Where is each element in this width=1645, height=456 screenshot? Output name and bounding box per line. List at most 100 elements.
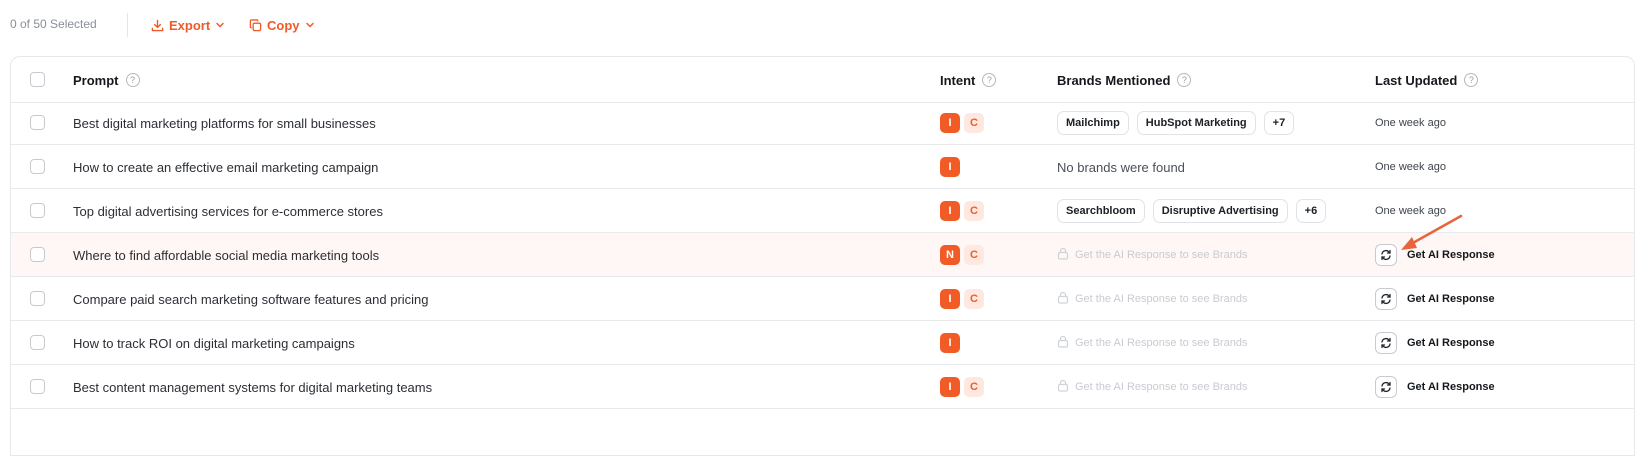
prompt-text[interactable]: Best digital marketing platforms for sma… bbox=[73, 116, 376, 131]
chevron-down-icon bbox=[215, 20, 225, 30]
intent-cell: IC bbox=[940, 277, 988, 321]
intent-badge: C bbox=[964, 289, 984, 309]
selection-count: 0 of 50 Selected bbox=[10, 17, 97, 31]
table-toolbar: 0 of 50 Selected Export Copy bbox=[0, 0, 1645, 48]
refresh-icon[interactable] bbox=[1375, 244, 1397, 266]
brand-chip[interactable]: +6 bbox=[1295, 199, 1327, 223]
table-row[interactable]: Top digital advertising services for e-c… bbox=[11, 189, 1634, 233]
header-intent-label: Intent bbox=[940, 72, 976, 88]
last-updated-cell: Get AI Response bbox=[1375, 277, 1495, 321]
lock-icon bbox=[1057, 379, 1069, 395]
download-icon bbox=[151, 19, 164, 32]
row-checkbox[interactable] bbox=[30, 203, 45, 218]
header-last-updated-label: Last Updated bbox=[1375, 72, 1458, 88]
intent-cell: IC bbox=[940, 189, 988, 233]
table-row[interactable]: How to track ROI on digital marketing ca… bbox=[11, 321, 1634, 365]
brands-cell: Get the AI Response to see Brands bbox=[1057, 321, 1247, 365]
row-checkbox[interactable] bbox=[30, 335, 45, 350]
export-button[interactable]: Export bbox=[151, 15, 225, 35]
locked-brands: Get the AI Response to see Brands bbox=[1057, 379, 1247, 395]
table-row[interactable]: How to create an effective email marketi… bbox=[11, 145, 1634, 189]
select-all-checkbox[interactable] bbox=[30, 72, 45, 87]
lock-icon bbox=[1057, 291, 1069, 307]
table-row[interactable]: Best digital marketing platforms for sma… bbox=[11, 101, 1634, 145]
get-ai-response-button[interactable]: Get AI Response bbox=[1407, 249, 1495, 261]
brand-chip[interactable]: Mailchimp bbox=[1057, 111, 1129, 135]
lock-icon bbox=[1057, 247, 1069, 263]
header-last-updated[interactable]: Last Updated ? bbox=[1375, 57, 1479, 103]
prompt-text[interactable]: Best content management systems for digi… bbox=[73, 380, 432, 395]
header-brands[interactable]: Brands Mentioned ? bbox=[1057, 57, 1192, 103]
prompt-text[interactable]: Where to find affordable social media ma… bbox=[73, 248, 379, 263]
intent-badge: I bbox=[940, 377, 960, 397]
refresh-icon[interactable] bbox=[1375, 376, 1397, 398]
table-row[interactable]: Where to find affordable social media ma… bbox=[11, 233, 1634, 277]
row-checkbox[interactable] bbox=[30, 115, 45, 130]
last-updated-text: One week ago bbox=[1375, 117, 1446, 129]
prompt-cell: How to create an effective email marketi… bbox=[73, 145, 378, 189]
prompt-text[interactable]: Compare paid search marketing software f… bbox=[73, 292, 429, 307]
help-icon[interactable]: ? bbox=[1464, 73, 1479, 87]
prompts-table: Prompt ? Intent ? Brands Mentioned ? Las… bbox=[10, 56, 1635, 456]
locked-brands: Get the AI Response to see Brands bbox=[1057, 335, 1247, 351]
export-label: Export bbox=[169, 17, 211, 33]
header-intent[interactable]: Intent ? bbox=[940, 57, 997, 103]
refresh-icon[interactable] bbox=[1375, 288, 1397, 310]
intent-badge: I bbox=[940, 157, 960, 177]
row-checkbox[interactable] bbox=[30, 247, 45, 262]
locked-brands-text: Get the AI Response to see Brands bbox=[1075, 337, 1248, 349]
no-brands-text: No brands were found bbox=[1057, 159, 1185, 175]
row-checkbox[interactable] bbox=[30, 379, 45, 394]
brands-cell: No brands were found bbox=[1057, 145, 1185, 189]
copy-icon bbox=[249, 18, 262, 32]
intent-badge: C bbox=[964, 113, 984, 133]
brands-cell: Get the AI Response to see Brands bbox=[1057, 277, 1247, 321]
table-row[interactable]: Compare paid search marketing software f… bbox=[11, 277, 1634, 321]
get-ai-response-button[interactable]: Get AI Response bbox=[1407, 381, 1495, 393]
last-updated-cell: Get AI Response bbox=[1375, 321, 1495, 365]
help-icon[interactable]: ? bbox=[1177, 73, 1192, 87]
brand-chip[interactable]: Searchbloom bbox=[1057, 199, 1145, 223]
last-updated-cell: One week ago bbox=[1375, 145, 1446, 189]
locked-brands-text: Get the AI Response to see Brands bbox=[1075, 293, 1248, 305]
brands-cell: Get the AI Response to see Brands bbox=[1057, 233, 1247, 277]
brand-chip[interactable]: +7 bbox=[1263, 111, 1295, 135]
table-row[interactable]: Best content management systems for digi… bbox=[11, 365, 1634, 409]
prompt-cell: Compare paid search marketing software f… bbox=[73, 277, 429, 321]
header-prompt[interactable]: Prompt ? bbox=[73, 57, 140, 103]
refresh-icon[interactable] bbox=[1375, 332, 1397, 354]
intent-cell: IC bbox=[940, 365, 988, 409]
last-updated-cell: One week ago bbox=[1375, 189, 1446, 233]
intent-cell: I bbox=[940, 145, 964, 189]
prompt-text[interactable]: Top digital advertising services for e-c… bbox=[73, 204, 383, 219]
lock-icon bbox=[1057, 335, 1069, 351]
last-updated-text: One week ago bbox=[1375, 205, 1446, 217]
locked-brands-text: Get the AI Response to see Brands bbox=[1075, 381, 1248, 393]
prompt-cell: Best content management systems for digi… bbox=[73, 365, 432, 409]
brand-chip[interactable]: HubSpot Marketing bbox=[1136, 111, 1256, 135]
header-prompt-label: Prompt bbox=[73, 72, 119, 88]
help-icon[interactable]: ? bbox=[982, 73, 997, 87]
table-header-row: Prompt ? Intent ? Brands Mentioned ? Las… bbox=[11, 57, 1634, 103]
intent-badge: C bbox=[964, 201, 984, 221]
get-ai-response-button[interactable]: Get AI Response bbox=[1407, 337, 1495, 349]
prompt-text[interactable]: How to create an effective email marketi… bbox=[73, 160, 378, 175]
copy-label: Copy bbox=[267, 17, 300, 33]
intent-cell: I bbox=[940, 321, 964, 365]
chevron-down-icon bbox=[305, 20, 315, 30]
intent-cell: NC bbox=[940, 233, 988, 277]
help-icon[interactable]: ? bbox=[125, 73, 140, 87]
intent-badge: N bbox=[940, 245, 960, 265]
row-checkbox[interactable] bbox=[30, 291, 45, 306]
intent-badge: I bbox=[940, 333, 960, 353]
row-checkbox[interactable] bbox=[30, 159, 45, 174]
last-updated-cell: Get AI Response bbox=[1375, 233, 1495, 277]
copy-button[interactable]: Copy bbox=[249, 15, 315, 35]
brands-cell: Get the AI Response to see Brands bbox=[1057, 365, 1247, 409]
brand-chip[interactable]: Disruptive Advertising bbox=[1152, 199, 1288, 223]
get-ai-response-button[interactable]: Get AI Response bbox=[1407, 293, 1495, 305]
prompt-cell: Where to find affordable social media ma… bbox=[73, 233, 379, 277]
last-updated-cell: One week ago bbox=[1375, 101, 1446, 145]
prompt-text[interactable]: How to track ROI on digital marketing ca… bbox=[73, 336, 355, 351]
prompt-cell: How to track ROI on digital marketing ca… bbox=[73, 321, 355, 365]
